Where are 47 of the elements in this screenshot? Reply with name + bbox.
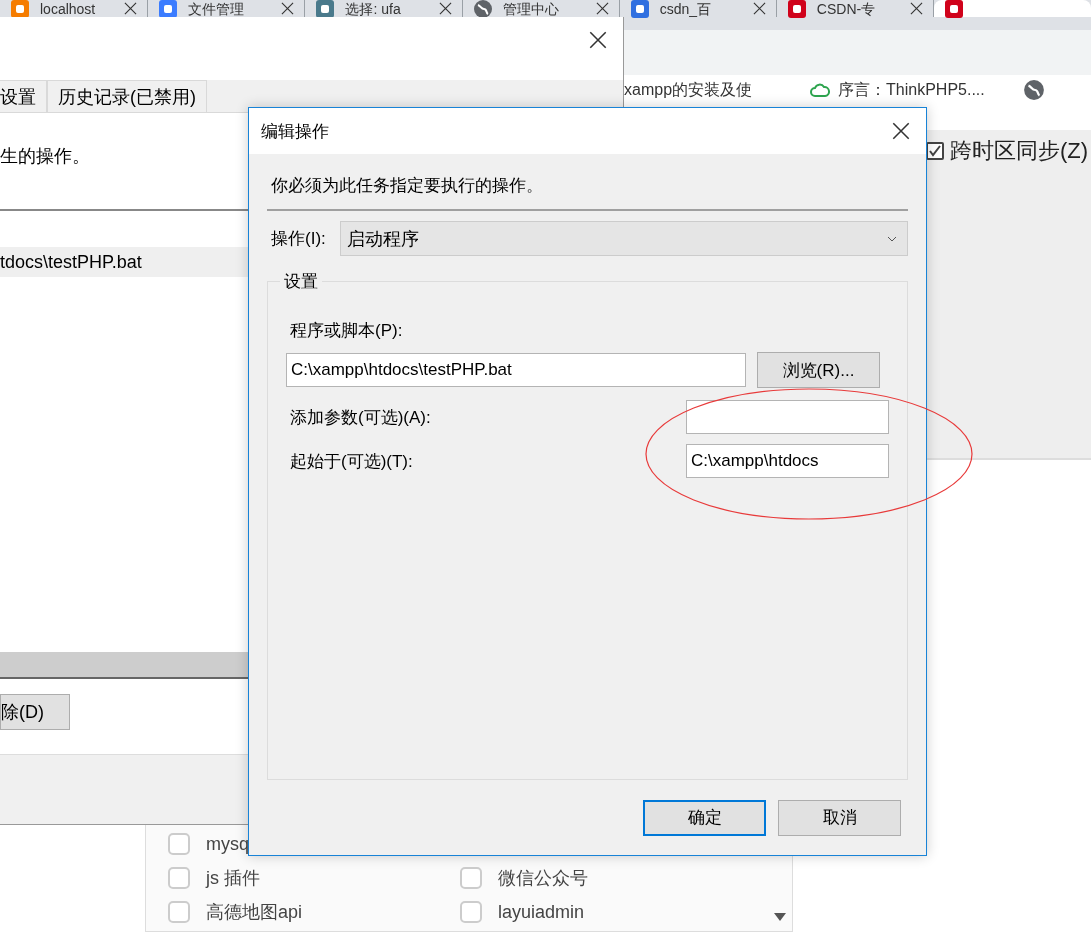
close-icon [595, 2, 609, 15]
site-icon [786, 0, 807, 19]
bookmark-link[interactable]: 序言：ThinkPHP5.... [838, 79, 985, 101]
dialog-tab[interactable]: 设置 [0, 80, 47, 112]
arguments-field[interactable] [686, 400, 889, 434]
close-button[interactable] [587, 29, 609, 51]
checkbox-label: mysq [206, 833, 249, 855]
checkbox-label: layuiadmin [498, 901, 585, 923]
close-button[interactable] [890, 120, 912, 142]
chevron-down-icon [887, 235, 897, 242]
checkbox-label: 微信公众号 [498, 867, 588, 890]
bookmark-link[interactable]: xampp的安装及使 [624, 79, 753, 101]
checkbox-label: js 插件 [206, 867, 260, 890]
close-icon [281, 2, 295, 15]
browser-tab[interactable]: CSDN-专 [776, 0, 934, 17]
program-field[interactable]: C:\xampp\htdocs\testPHP.bat [286, 353, 746, 387]
checkbox-label: 高德地图api [206, 901, 303, 924]
close-icon [438, 2, 452, 15]
field-label: 程序或脚本(P): [289, 320, 404, 342]
scroll-down-icon[interactable] [774, 913, 786, 921]
browser-tab[interactable]: csdn_百 [619, 0, 777, 17]
close-icon [892, 122, 910, 140]
check-icon [929, 145, 941, 157]
dialog-button[interactable]: 确定 [643, 799, 766, 836]
window-title: 编辑操作 [261, 120, 329, 143]
instruction-text: 你必须为此任务指定要执行的操作。 [270, 175, 544, 197]
browser-tab[interactable] [934, 0, 1091, 17]
site-icon [629, 0, 650, 19]
action-dropdown[interactable]: 启动程序 [339, 221, 908, 256]
delete-button[interactable]: 除(D) [0, 694, 70, 730]
globe-icon[interactable] [1022, 79, 1045, 101]
close-icon [589, 31, 607, 49]
close-icon [752, 2, 766, 15]
field-label: 操作(I): [271, 228, 326, 250]
description-text: 生的操作。 [0, 145, 91, 167]
field-label: 起始于(可选)(T): [290, 450, 413, 473]
close-icon [124, 2, 138, 15]
browse-button[interactable]: 浏览(R)... [757, 352, 880, 388]
start-in-field[interactable]: C:\xampp\htdocs [686, 444, 889, 478]
group-title: 设置 [283, 271, 319, 293]
field-label: 添加参数(可选)(A): [290, 406, 431, 429]
checkbox-label: 跨时区同步(Z) [950, 137, 1089, 165]
cloud-icon [810, 82, 831, 98]
dialog-tab[interactable]: 历史记录(已禁用) [47, 80, 207, 112]
close-icon [910, 2, 923, 15]
site-icon [944, 0, 964, 19]
dialog-button[interactable]: 取消 [778, 799, 901, 836]
